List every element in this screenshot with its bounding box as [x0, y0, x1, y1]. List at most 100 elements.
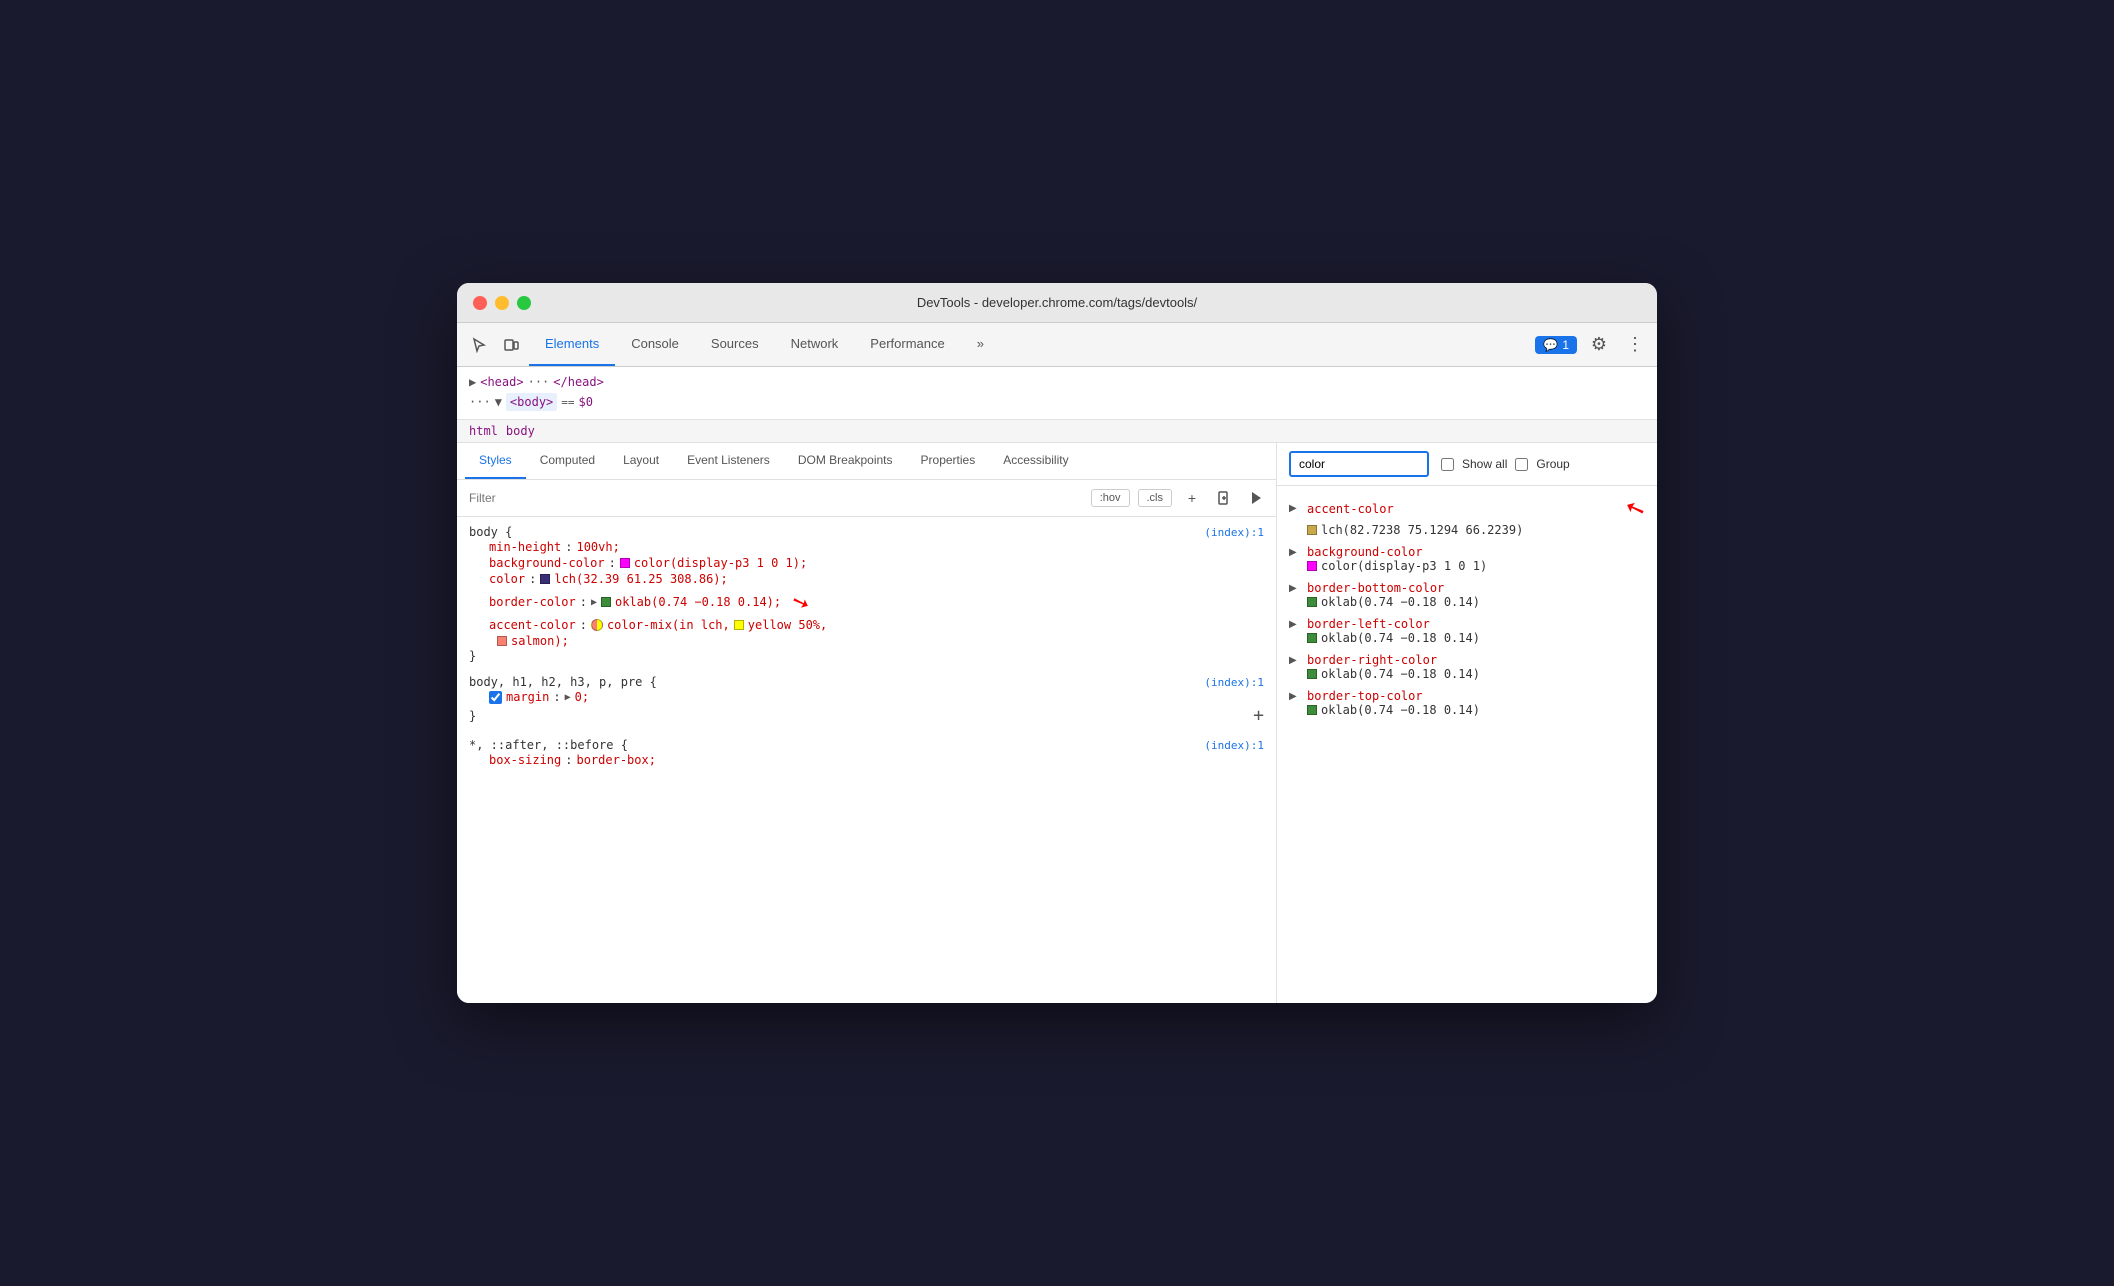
toggle-element-state-button[interactable] [1244, 486, 1268, 510]
tab-network[interactable]: Network [775, 323, 855, 366]
prop-value-border-color[interactable]: oklab(0.74 −0.18 0.14); [615, 595, 781, 609]
computed-search-input[interactable] [1289, 451, 1429, 477]
comp-value-brc-text: oklab(0.74 −0.18 0.14) [1321, 667, 1480, 681]
prop-name-box-sizing[interactable]: box-sizing [489, 753, 561, 767]
color-swatch[interactable] [540, 574, 550, 584]
btc-computed-swatch[interactable] [1307, 705, 1317, 715]
expand-arrow-icon[interactable]: ▶ [469, 375, 476, 389]
left-panel: Styles Computed Layout Event Listeners D… [457, 443, 1277, 1003]
body-selected-element[interactable]: <body> [506, 393, 557, 411]
css-source-index-2[interactable]: (index):1 [1204, 676, 1264, 689]
device-icon [503, 337, 519, 353]
bg-computed-swatch[interactable] [1307, 561, 1317, 571]
minimize-button[interactable] [495, 296, 509, 310]
tab-event-listeners[interactable]: Event Listeners [673, 443, 784, 479]
css-prop-box-sizing: box-sizing : border-box; [489, 752, 1264, 768]
margin-checkbox[interactable] [489, 691, 502, 704]
tab-performance[interactable]: Performance [854, 323, 960, 366]
computed-item-border-bottom-color: ▶ border-bottom-color oklab(0.74 −0.18 0… [1277, 577, 1657, 613]
comp-value-bbc-text: oklab(0.74 −0.18 0.14) [1321, 595, 1480, 609]
css-source-index-3[interactable]: (index):1 [1204, 739, 1264, 752]
show-all-checkbox[interactable] [1441, 458, 1454, 471]
tab-styles[interactable]: Styles [465, 443, 526, 479]
css-rule-body-properties: min-height : 100vh; background-color : c… [469, 539, 1264, 649]
bbc-computed-swatch[interactable] [1307, 597, 1317, 607]
tab-sources[interactable]: Sources [695, 323, 775, 366]
computed-prop-header-brc[interactable]: ▶ border-right-color [1289, 653, 1645, 667]
tab-computed[interactable]: Computed [526, 443, 609, 479]
add-style-rule-button[interactable]: + [1180, 486, 1204, 510]
salmon-swatch[interactable] [497, 636, 507, 646]
tab-dom-breakpoints[interactable]: DOM Breakpoints [784, 443, 907, 479]
settings-button[interactable]: ⚙ [1585, 331, 1613, 359]
prop-value-background-color[interactable]: color(display-p3 1 0 1); [634, 556, 807, 570]
new-style-rule-button[interactable] [1212, 486, 1236, 510]
tab-elements[interactable]: Elements [529, 323, 615, 366]
hov-button[interactable]: :hov [1091, 489, 1130, 507]
filter-input[interactable] [465, 489, 1083, 507]
tab-properties[interactable]: Properties [907, 443, 990, 479]
head-close-tag: </head> [553, 375, 604, 389]
css-rule-universal-properties: box-sizing : border-box; [469, 752, 1264, 768]
prop-value-min-height[interactable]: 100vh; [576, 540, 619, 554]
breadcrumb-html[interactable]: html [469, 424, 498, 438]
computed-prop-header-btc[interactable]: ▶ border-top-color [1289, 689, 1645, 703]
more-options-button[interactable]: ⋮ [1621, 331, 1649, 359]
dots-icon: ··· [469, 395, 491, 409]
tab-accessibility[interactable]: Accessibility [989, 443, 1082, 479]
css-prop-accent-color-cont: salmon); [489, 633, 1264, 649]
prop-name-margin[interactable]: margin [506, 690, 549, 704]
tab-layout[interactable]: Layout [609, 443, 673, 479]
css-styles-panel[interactable]: body { (index):1 min-height : 100vh; bac… [457, 517, 1276, 1003]
prop-name-color[interactable]: color [489, 572, 525, 586]
brc-computed-swatch[interactable] [1307, 669, 1317, 679]
prop-name-accent-color[interactable]: accent-color [489, 618, 576, 632]
background-color-swatch[interactable] [620, 558, 630, 568]
css-close-brace-headers: } [469, 709, 476, 723]
border-color-expand[interactable]: ▶ [591, 597, 597, 608]
prop-name-min-height[interactable]: min-height [489, 540, 561, 554]
css-selector-body-headers: body, h1, h2, h3, p, pre { [469, 675, 657, 689]
prop-value-margin[interactable]: 0; [575, 690, 589, 704]
dom-body-line: ··· ▼ <body> == $0 [469, 391, 1645, 413]
tab-more[interactable]: » [961, 323, 1000, 366]
prop-name-border-color[interactable]: border-color [489, 595, 576, 609]
close-button[interactable] [473, 296, 487, 310]
computed-prop-header-bbc[interactable]: ▶ border-bottom-color [1289, 581, 1645, 595]
blc-computed-swatch[interactable] [1307, 633, 1317, 643]
prop-value-color[interactable]: lch(32.39 61.25 308.86); [554, 572, 727, 586]
prop-value-box-sizing[interactable]: border-box; [576, 753, 655, 767]
expand-arrow-blc: ▶ [1289, 619, 1301, 630]
tab-console[interactable]: Console [615, 323, 695, 366]
add-rule-plus[interactable]: + [1253, 705, 1264, 726]
prop-value-accent-color[interactable]: color-mix(in lch, [607, 618, 730, 632]
window-title: DevTools - developer.chrome.com/tags/dev… [917, 295, 1197, 310]
expand-arrow-bg: ▶ [1289, 547, 1301, 558]
breadcrumb-body[interactable]: body [506, 424, 535, 438]
margin-expand[interactable]: ▶ [565, 692, 571, 703]
device-mode-button[interactable] [497, 331, 525, 359]
comp-prop-name-brc: border-right-color [1307, 653, 1437, 667]
maximize-button[interactable] [517, 296, 531, 310]
inspect-element-button[interactable] [465, 331, 493, 359]
group-checkbox[interactable] [1515, 458, 1528, 471]
css-source-index[interactable]: (index):1 [1204, 526, 1264, 539]
filter-bar: :hov .cls + [457, 480, 1276, 517]
comp-prop-value-bg: color(display-p3 1 0 1) [1289, 559, 1645, 573]
head-tag[interactable]: <head> [480, 375, 523, 389]
cls-button[interactable]: .cls [1138, 489, 1173, 507]
notification-badge[interactable]: 💬 1 [1535, 336, 1577, 354]
expand-arrow-bbc: ▶ [1289, 583, 1301, 594]
yellow-swatch[interactable] [734, 620, 744, 630]
prop-name-background-color[interactable]: background-color [489, 556, 605, 570]
computed-list[interactable]: ▶ accent-color ➘ lch(82.7238 75.1294 66.… [1277, 486, 1657, 1003]
body-tag: <body> [510, 395, 553, 409]
computed-prop-header-blc[interactable]: ▶ border-left-color [1289, 617, 1645, 631]
accent-computed-swatch[interactable] [1307, 525, 1317, 535]
border-color-swatch[interactable] [601, 597, 611, 607]
collapse-arrow-icon[interactable]: ▼ [495, 395, 502, 409]
accent-color-mix-swatch[interactable] [591, 619, 603, 631]
computed-item-border-right-color: ▶ border-right-color oklab(0.74 −0.18 0.… [1277, 649, 1657, 685]
computed-prop-header-accent[interactable]: ▶ accent-color ➘ [1289, 494, 1645, 523]
computed-prop-header-bg[interactable]: ▶ background-color [1289, 545, 1645, 559]
